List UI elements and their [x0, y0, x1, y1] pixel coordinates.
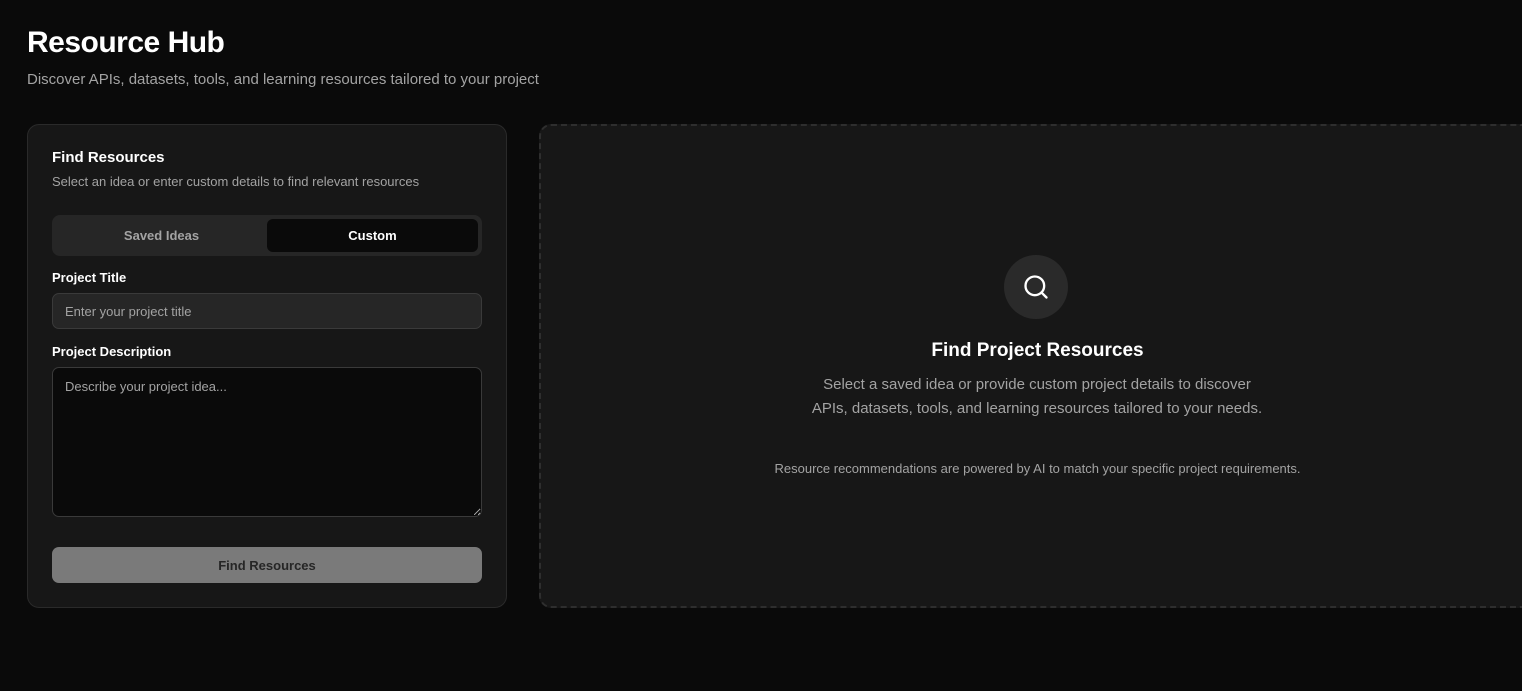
find-resources-card: Find Resources Select an idea or enter c…: [27, 124, 507, 608]
resource-hub-page: Resource Hub Discover APIs, datasets, to…: [0, 0, 1522, 691]
empty-state-description: Select a saved idea or provide custom pr…: [811, 376, 1263, 417]
card-subtitle: Select an idea or enter custom details t…: [52, 174, 420, 189]
tab-custom[interactable]: Custom: [267, 219, 478, 252]
tab-saved-ideas[interactable]: Saved Ideas: [56, 219, 267, 252]
search-icon: [1024, 275, 1048, 299]
page-subtitle: Discover APIs, datasets, tools, and lear…: [27, 71, 539, 88]
empty-state: Find Project Resources Select a saved id…: [541, 126, 1522, 610]
empty-state-note: Resource recommendations are powered by …: [774, 461, 1301, 476]
project-description-label: Project Description: [52, 344, 172, 359]
page-title: Resource Hub: [27, 26, 225, 59]
project-title-input[interactable]: [52, 293, 482, 329]
card-title: Find Resources: [52, 149, 165, 166]
project-description-textarea[interactable]: [52, 367, 482, 517]
empty-state-title: Find Project Resources: [931, 340, 1144, 361]
find-resources-button[interactable]: Find Resources: [52, 547, 482, 583]
search-icon-badge: [1004, 255, 1068, 319]
source-tabs: Saved Ideas Custom: [52, 215, 482, 256]
project-title-label: Project Title: [52, 270, 127, 285]
results-panel: Find Project Resources Select a saved id…: [539, 124, 1522, 608]
